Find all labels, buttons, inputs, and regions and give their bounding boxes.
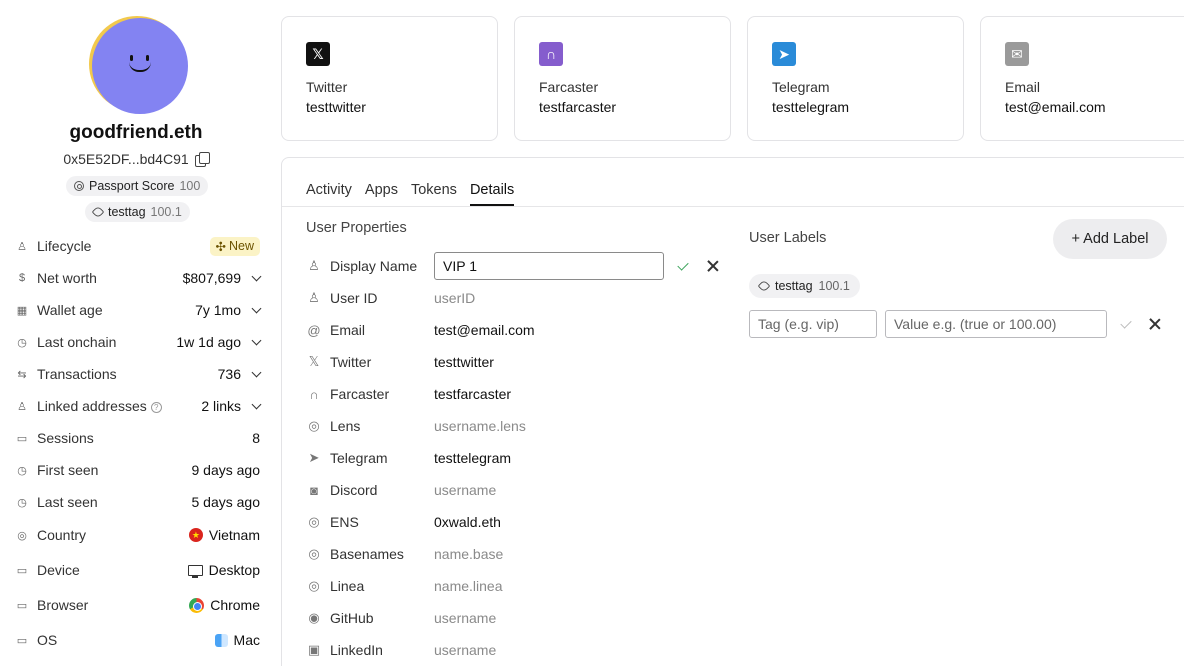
tab-activity[interactable]: Activity <box>306 182 352 206</box>
value-input[interactable]: Value e.g. (true or 100.00) <box>885 310 1107 338</box>
sparkle-icon: ✣ <box>215 239 226 254</box>
property-sessions: ▭ Sessions 8 <box>16 430 260 446</box>
tab-divider <box>282 206 1184 207</box>
cancel-x-icon[interactable] <box>707 260 719 272</box>
property-transactions[interactable]: ⇆ Transactions 736 <box>16 362 262 386</box>
lifecycle-badge: ✣ New <box>209 236 260 256</box>
field-github: ◉ GitHub username <box>306 606 726 630</box>
ens-name: goodfriend.eth <box>69 122 203 143</box>
transfer-icon: ⇆ <box>17 368 27 381</box>
property-linked-addresses[interactable]: ♙ Linked addresses? 2 links <box>16 394 262 418</box>
device-icon: ▭ <box>16 564 28 577</box>
property-first-seen: ◷ First seen 9 days ago <box>17 462 260 478</box>
property-last-onchain[interactable]: ◷ Last onchain 1w 1d ago <box>16 330 262 354</box>
user-properties-title: User Properties <box>306 220 407 236</box>
property-country: ◎ Country ★ Vietnam <box>17 527 260 543</box>
social-card-telegram[interactable]: ➤ Telegram testtelegram <box>747 16 964 141</box>
globe-icon: ◎ <box>17 529 27 542</box>
help-icon[interactable]: ? <box>150 401 162 413</box>
x-icon: 𝕏 <box>308 354 320 369</box>
vietnam-flag-icon: ★ <box>188 528 203 542</box>
chevron-down-icon[interactable] <box>251 367 262 377</box>
globe-icon: ◎ <box>308 578 320 593</box>
mac-finder-icon <box>214 633 228 647</box>
fingerprint-icon <box>74 181 84 191</box>
tab-bar: Activity Apps Tokens Details <box>306 182 527 206</box>
clock-icon: ◷ <box>17 496 27 509</box>
calendar-icon: ▦ <box>16 304 28 317</box>
field-email: @ Email test@email.com <box>307 322 535 338</box>
avatar <box>89 16 188 114</box>
field-linkedin: ▣ LinkedIn username <box>307 642 497 658</box>
social-card-farcaster[interactable]: ∩ Farcaster testfarcaster <box>514 16 731 141</box>
field-linea: ◎ Linea name.linea <box>306 574 726 598</box>
globe-icon: ◎ <box>308 418 320 433</box>
tab-apps[interactable]: Apps <box>365 182 398 206</box>
discord-icon: ◙ <box>310 482 318 498</box>
chevron-down-icon[interactable] <box>251 303 262 313</box>
chrome-icon <box>189 597 205 613</box>
field-twitter: 𝕏 Twitter testtwitter <box>306 350 726 374</box>
user-icon: ♙ <box>17 400 27 413</box>
field-telegram: ➤ Telegram testtelegram <box>306 446 726 470</box>
at-icon: @ <box>307 322 321 338</box>
os-icon: ▭ <box>16 634 28 647</box>
property-last-seen: ◷ Last seen 5 days ago <box>17 494 260 510</box>
user-icon: ♙ <box>308 290 320 305</box>
lifecycle-icon: ♙ <box>17 240 27 253</box>
globe-icon: ◎ <box>308 514 320 529</box>
field-basenames: ◎ Basenames name.base <box>306 542 726 566</box>
field-farcaster: ∩ Farcaster testfarcaster <box>306 382 726 406</box>
clock-icon: ◷ <box>17 336 27 349</box>
linkedin-icon: ▣ <box>307 642 321 657</box>
tag-icon <box>757 279 771 293</box>
details-panel: Activity Apps Tokens Details User Proper… <box>281 157 1184 666</box>
tag-badge: testtag 100.1 <box>85 202 190 222</box>
profile-sidebar: goodfriend.eth 0x5E52DF...bd4C91 Passpor… <box>0 0 272 666</box>
copy-icon[interactable] <box>194 152 210 167</box>
property-net-worth[interactable]: $ Net worth $807,699 <box>16 266 262 290</box>
user-icon: ♙ <box>308 258 320 273</box>
monitor-icon: ▭ <box>16 432 28 445</box>
passport-score-badge: Passport Score 100 <box>66 176 209 196</box>
globe-icon: ◎ <box>308 546 320 561</box>
desktop-icon <box>187 564 203 578</box>
farcaster-icon: ∩ <box>309 386 319 402</box>
email-logo-icon: ✉ <box>1005 42 1029 66</box>
github-icon: ◉ <box>308 610 320 625</box>
property-os: ▭ OS Mac <box>16 632 260 648</box>
chevron-down-icon[interactable] <box>251 335 262 345</box>
telegram-logo-icon: ➤ <box>772 42 796 66</box>
farcaster-logo-icon: ∩ <box>539 42 563 66</box>
telegram-icon: ➤ <box>308 450 320 465</box>
display-name-input[interactable]: VIP 1 <box>434 252 664 280</box>
chevron-down-icon[interactable] <box>251 271 262 281</box>
tag-icon <box>91 205 105 219</box>
field-lens: ◎ Lens username.lens <box>306 414 726 438</box>
tab-details[interactable]: Details <box>469 182 515 206</box>
browser-icon: ▭ <box>16 599 28 612</box>
property-wallet-age[interactable]: ▦ Wallet age 7y 1mo <box>16 298 262 322</box>
user-labels-title: User Labels <box>749 230 827 246</box>
wallet-address: 0x5E52DF...bd4C91 <box>63 151 189 167</box>
cancel-x-icon[interactable] <box>1149 318 1161 330</box>
x-logo-icon: 𝕏 <box>306 42 330 66</box>
tab-tokens[interactable]: Tokens <box>411 182 457 206</box>
wallet-address-row: 0x5E52DF...bd4C91 <box>0 151 272 167</box>
property-browser: ▭ Browser Chrome <box>16 597 260 613</box>
property-device: ▭ Device Desktop <box>16 562 260 578</box>
confirm-check-icon[interactable] <box>1120 317 1132 329</box>
user-label-tag[interactable]: testtag 100.1 <box>749 274 860 298</box>
property-lifecycle: ♙ Lifecycle ✣ New <box>16 234 260 258</box>
chevron-down-icon[interactable] <box>251 399 262 409</box>
field-user-id: ♙ User ID userID <box>306 286 726 310</box>
social-card-twitter[interactable]: 𝕏 Twitter testtwitter <box>281 16 498 141</box>
field-ens: ◎ ENS 0xwald.eth <box>306 510 726 534</box>
add-label-button[interactable]: + Add Label <box>1053 219 1167 259</box>
tag-input[interactable]: Tag (e.g. vip) <box>749 310 877 338</box>
field-discord: ◙ Discord username <box>306 478 726 502</box>
clock-icon: ◷ <box>17 464 27 477</box>
social-card-email[interactable]: ✉ Email test@email.com <box>980 16 1184 141</box>
dollar-icon: $ <box>18 272 26 284</box>
